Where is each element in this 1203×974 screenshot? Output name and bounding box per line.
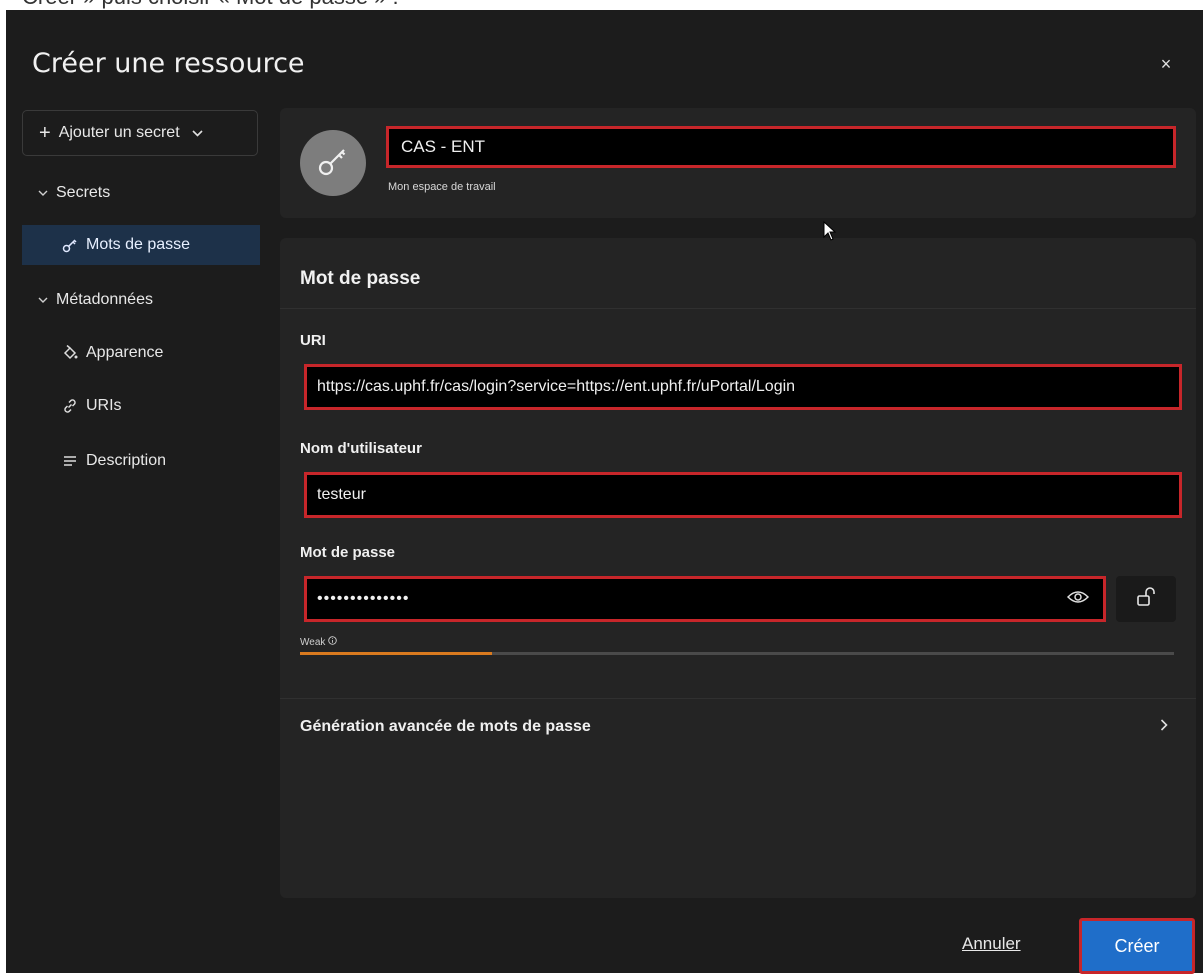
sidebar-item-label: Mots de passe [86,236,191,253]
chevron-down-icon [38,294,48,306]
username-label: Nom d'utilisateur [300,440,422,457]
divider [280,308,1196,309]
advanced-generation-label: Génération avancée de mots de passe [300,718,591,735]
password-label: Mot de passe [300,544,396,561]
info-icon[interactable] [328,636,338,648]
username-input[interactable] [304,472,1182,518]
key-icon [62,237,78,253]
resource-header-card: Mon espace de travail [280,108,1196,218]
instruction-caption: Créer » puis choisir « Mot de passe » : [22,0,399,10]
plus-icon: + [39,122,51,144]
password-strength-label: Weak [300,636,338,648]
password-strength-fill [300,652,493,655]
paint-bucket-icon [62,345,78,361]
resource-name-input[interactable] [386,126,1176,168]
strength-text: Weak [300,636,326,648]
chevron-right-icon [1160,718,1168,736]
password-input[interactable] [304,576,1106,622]
password-strength-bar [300,652,1174,655]
uri-label: URI [300,332,326,349]
sidebar-group-label: Métadonnées [56,291,153,308]
password-form-card: Mot de passe URI Nom d'utilisateur Mot d… [280,238,1196,898]
unlock-icon [1135,586,1157,613]
close-button[interactable]: × [1156,54,1176,74]
cancel-button[interactable]: Annuler [962,934,1021,954]
mouse-cursor-icon [823,220,837,246]
create-resource-dialog: Créer une ressource × + Ajouter un secre… [6,10,1203,974]
chevron-down-icon [38,187,48,199]
sidebar-item-label: URIs [86,397,122,414]
resource-avatar[interactable] [300,130,366,196]
section-title: Mot de passe [300,268,421,289]
sidebar-item-label: Description [86,452,167,469]
text-lines-icon [62,453,78,469]
sidebar-item-passwords[interactable]: Mots de passe [22,225,260,265]
uri-input[interactable] [304,364,1182,410]
sidebar-group-metadata[interactable]: Métadonnées [22,280,260,320]
advanced-generation-row[interactable]: Génération avancée de mots de passe [280,698,1196,758]
sidebar-item-label: Apparence [86,344,164,361]
add-secret-button[interactable]: + Ajouter un secret [22,110,258,156]
generate-password-button[interactable] [1116,576,1176,622]
chevron-down-icon [192,126,203,140]
sidebar-item-appearance[interactable]: Apparence [22,333,260,373]
dialog-title: Créer une ressource [32,48,305,79]
sidebar-item-uris[interactable]: URIs [22,386,260,426]
workspace-label: Mon espace de travail [388,181,496,193]
add-secret-label: Ajouter un secret [58,124,180,141]
sidebar-item-description[interactable]: Description [22,441,260,481]
key-icon [316,144,350,183]
sidebar-group-secrets[interactable]: Secrets [22,173,260,213]
sidebar-group-label: Secrets [56,184,111,201]
eye-icon[interactable] [1066,585,1090,609]
create-button[interactable]: Créer [1079,918,1195,974]
link-icon [62,398,78,414]
